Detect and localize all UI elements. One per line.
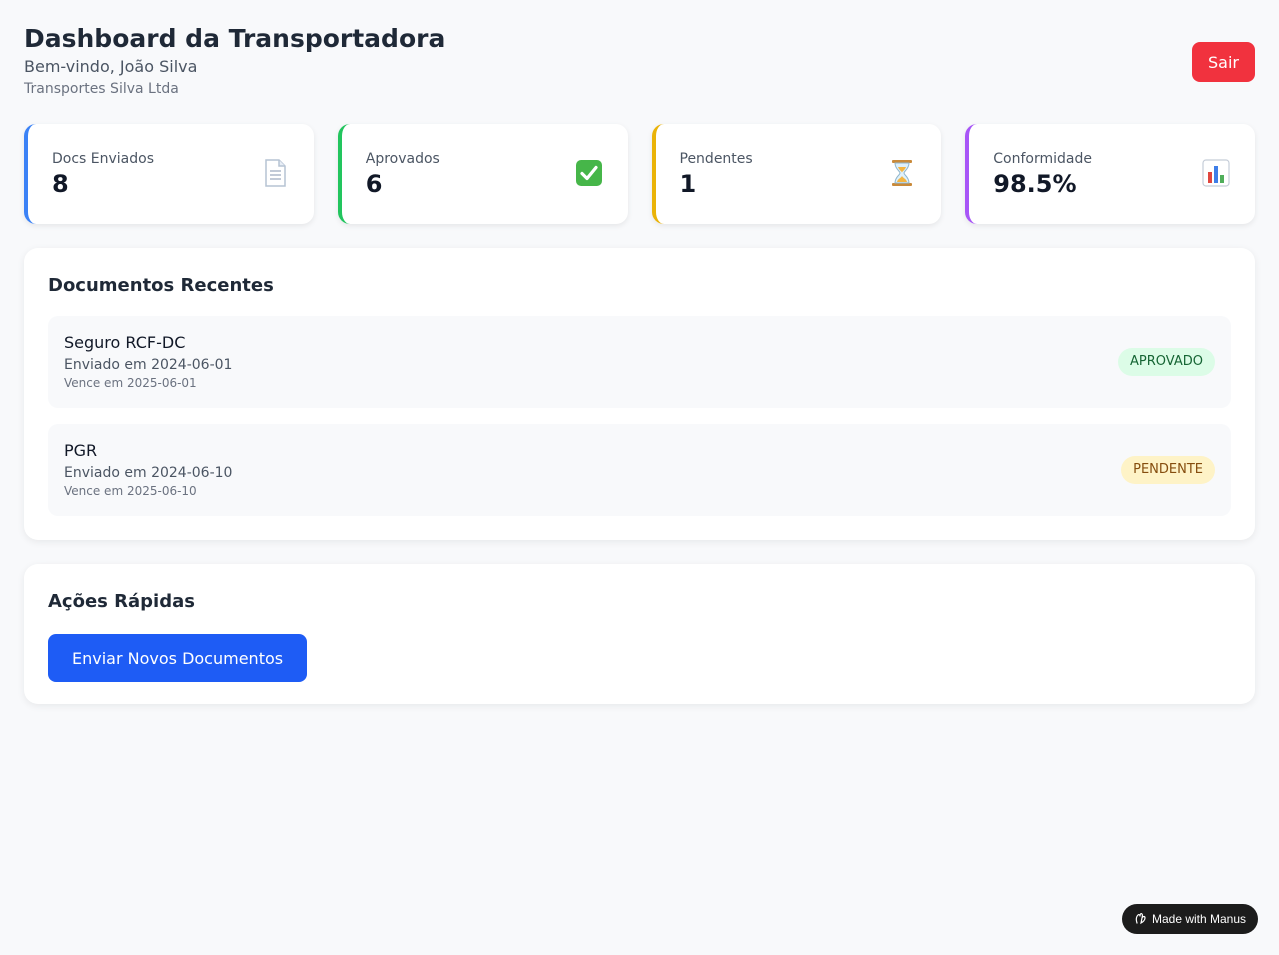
recent-documents-panel: Documentos Recentes Seguro RCF-DC Enviad…	[24, 248, 1255, 540]
stat-card-docs-sent: Docs Enviados 8	[24, 124, 314, 224]
list-item[interactable]: PGR Enviado em 2024-06-10 Vence em 2025-…	[48, 424, 1231, 516]
document-due-date: Vence em 2025-06-01	[64, 376, 197, 390]
stat-value: 1	[679, 170, 697, 198]
page-title: Dashboard da Transportadora	[24, 24, 446, 53]
quick-actions-panel: Ações Rápidas Enviar Novos Documentos	[24, 564, 1255, 704]
stat-value: 8	[52, 170, 69, 198]
check-icon	[574, 158, 604, 188]
stats-row: Docs Enviados 8 Aprovados 6 Pendentes 1 …	[24, 124, 1255, 224]
company-name: Transportes Silva Ltda	[24, 81, 179, 97]
bar-chart-icon	[1201, 158, 1231, 188]
stat-label: Pendentes	[679, 151, 753, 167]
stat-value: 6	[365, 170, 383, 198]
document-due-date: Vence em 2025-06-10	[64, 484, 197, 498]
stat-label: Aprovados	[365, 151, 440, 167]
stat-card-approved: Aprovados 6	[337, 124, 628, 224]
made-with-manus-badge[interactable]: Made with Manus	[1122, 904, 1258, 934]
document-sent-date: Enviado em 2024-06-10	[64, 465, 233, 481]
document-icon	[260, 158, 290, 188]
section-title: Ações Rápidas	[48, 591, 195, 612]
stat-card-compliance: Conformidade 98.5%	[965, 124, 1255, 224]
dashboard-page: Dashboard da Transportadora Bem-vindo, J…	[0, 0, 1279, 955]
manus-logo-icon	[1134, 911, 1148, 928]
document-name: Seguro RCF-DC	[64, 333, 186, 352]
welcome-text: Bem-vindo, João Silva	[24, 57, 198, 76]
document-sent-date: Enviado em 2024-06-01	[64, 357, 233, 373]
hourglass-icon	[887, 158, 917, 188]
status-badge: PENDENTE	[1121, 456, 1215, 484]
status-badge: APROVADO	[1118, 348, 1215, 376]
send-documents-button[interactable]: Enviar Novos Documentos	[48, 634, 308, 682]
document-name: PGR	[64, 441, 98, 460]
stat-label: Conformidade	[993, 151, 1092, 167]
stat-value: 98.5%	[993, 170, 1077, 198]
manus-badge-label: Made with Manus	[1151, 912, 1247, 926]
stat-label: Docs Enviados	[52, 151, 155, 167]
logout-button[interactable]: Sair	[1192, 42, 1255, 82]
stat-card-pending: Pendentes 1	[651, 124, 942, 224]
section-title: Documentos Recentes	[48, 275, 274, 296]
list-item[interactable]: Seguro RCF-DC Enviado em 2024-06-01 Venc…	[48, 316, 1231, 408]
page-header: Dashboard da Transportadora Bem-vindo, J…	[24, 22, 1255, 102]
